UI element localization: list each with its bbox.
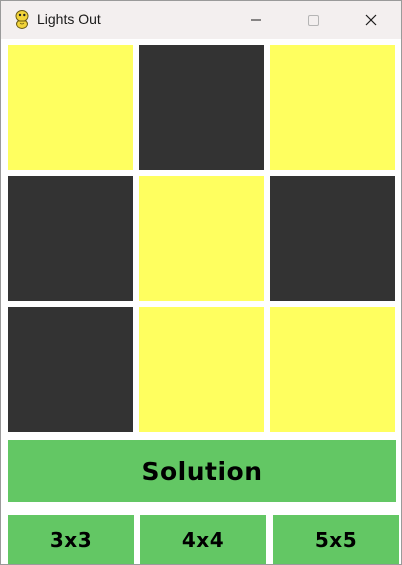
light-cell-r1-c1[interactable] (8, 45, 133, 170)
light-cell-r1-c2[interactable] (139, 45, 264, 170)
light-cell-r2-c1[interactable] (8, 176, 133, 301)
solution-button[interactable]: Solution (8, 440, 396, 502)
python-snake-icon (12, 9, 32, 31)
minimize-button[interactable] (233, 1, 279, 39)
light-cell-r3-c1[interactable] (8, 307, 133, 432)
maximize-button[interactable] (289, 1, 335, 39)
close-button[interactable] (347, 1, 393, 39)
app-window: Lights Out Solution 3x3 4x4 5x5 (0, 0, 402, 565)
size-3x3-button[interactable]: 3x3 (8, 515, 134, 564)
size-5x5-button[interactable]: 5x5 (273, 515, 399, 564)
light-cell-r2-c2[interactable] (139, 176, 264, 301)
light-cell-r1-c3[interactable] (270, 45, 395, 170)
window-title: Lights Out (37, 11, 101, 27)
light-cell-r3-c2[interactable] (139, 307, 264, 432)
close-icon (365, 14, 377, 26)
game-area: Solution 3x3 4x4 5x5 (1, 39, 401, 564)
light-cell-r3-c3[interactable] (270, 307, 395, 432)
minimize-icon (251, 19, 261, 21)
light-cell-r2-c3[interactable] (270, 176, 395, 301)
size-4x4-button[interactable]: 4x4 (140, 515, 266, 564)
title-bar[interactable]: Lights Out (1, 1, 401, 39)
maximize-icon (308, 15, 319, 26)
